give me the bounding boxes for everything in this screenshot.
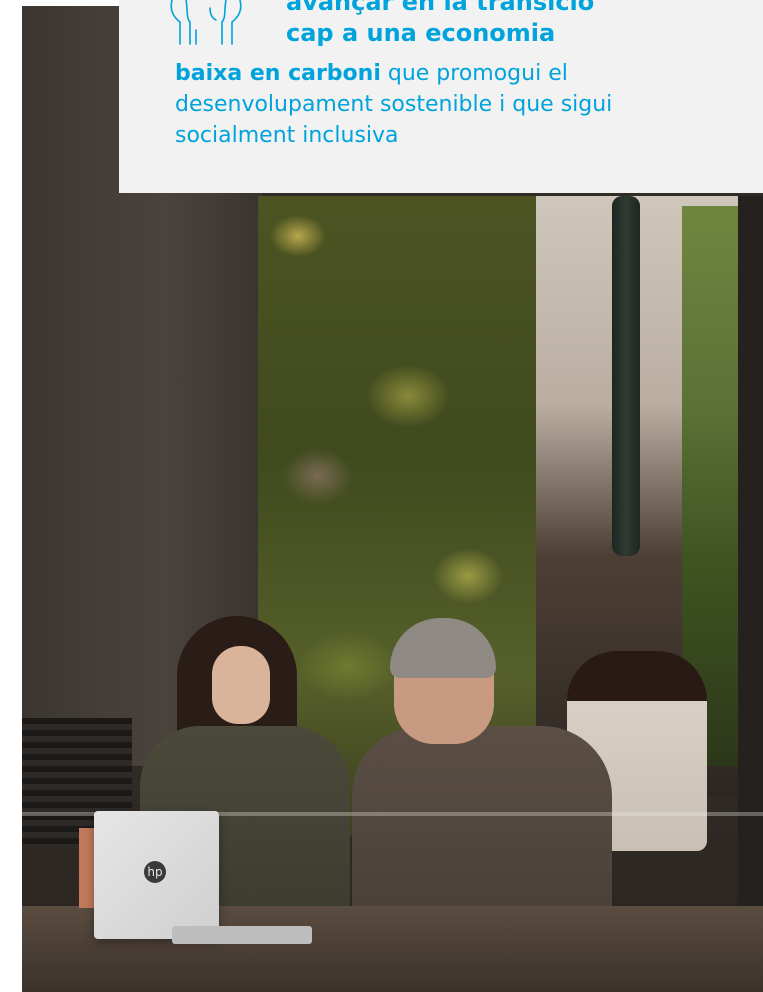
laptop-logo: hp: [144, 861, 166, 883]
photo-lamppost: [612, 196, 640, 556]
photo-laptop-base: [172, 926, 312, 944]
callout-body-highlight: baixa en carboni: [175, 61, 381, 86]
photo-right-wall: [738, 196, 763, 992]
document-page: hp avançar en la transició cap a una eco…: [0, 0, 763, 992]
photo-woman-face: [212, 646, 270, 724]
callout-heading-line-1: avançar en la transició: [286, 0, 595, 16]
callout-body: baixa en carboni que promogui el desenvo…: [175, 58, 715, 151]
photo-laptop: hp: [94, 811, 219, 939]
callout-heading-line-2: cap a una economia: [286, 19, 556, 47]
callout-box: avançar en la transició cap a una econom…: [119, 0, 763, 193]
hands-raised-icon: [166, 0, 262, 46]
